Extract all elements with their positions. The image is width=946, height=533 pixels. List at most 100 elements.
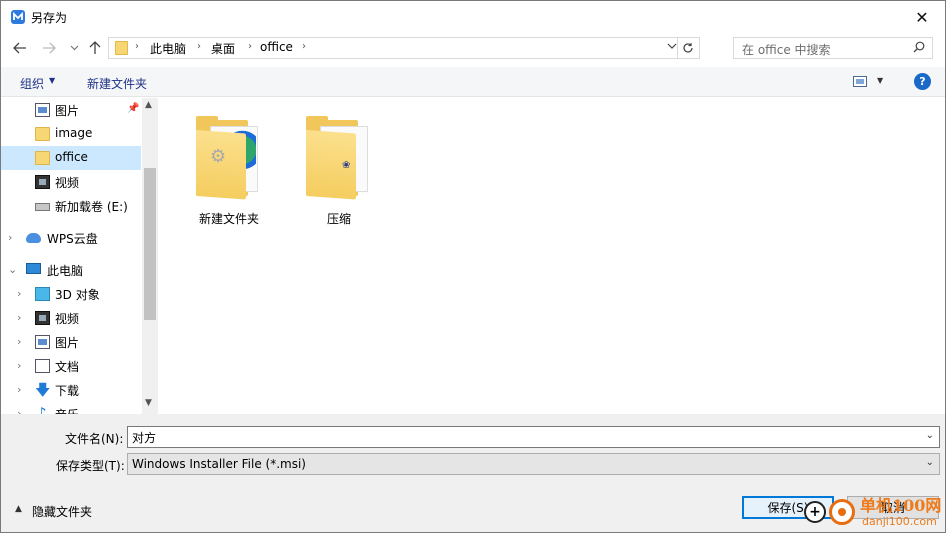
nav-item-label: 视频	[55, 176, 80, 190]
nav-item-pictures[interactable]: › 图片	[1, 330, 141, 354]
filetype-value: Windows Installer File (*.msi)	[132, 457, 306, 471]
up-button[interactable]	[84, 37, 106, 59]
nav-item-downloads[interactable]: › 下载	[1, 378, 141, 405]
chevron-right-icon[interactable]: ›	[17, 287, 21, 300]
refresh-icon	[682, 43, 693, 53]
search-icon	[913, 41, 925, 56]
nav-item-drive-e[interactable]: 新加载卷 (E:)	[1, 194, 141, 218]
organize-button[interactable]: 组织	[20, 75, 44, 92]
chevron-down-icon	[70, 45, 78, 51]
breadcrumb-separator-icon[interactable]: ›	[197, 41, 201, 52]
scrollbar-thumb[interactable]	[144, 168, 156, 320]
scroll-up-icon[interactable]: ▲	[145, 100, 152, 110]
search-placeholder: 在 office 中搜索	[742, 43, 831, 57]
music-icon	[35, 404, 50, 414]
breadcrumb-separator-icon[interactable]: ›	[248, 41, 252, 52]
hide-folders-button[interactable]: 隐藏文件夹	[32, 503, 92, 520]
breadcrumb-office[interactable]: office	[260, 40, 293, 54]
nav-scrollbar[interactable]: ▲ ▼	[142, 98, 158, 414]
filename-label: 文件名(N):	[65, 432, 124, 446]
nav-item-documents[interactable]: › 文档	[1, 354, 141, 378]
filetype-select[interactable]: Windows Installer File (*.msi) ⌄	[127, 453, 940, 475]
chevron-right-icon[interactable]: ›	[17, 407, 21, 414]
file-name: 压缩	[326, 212, 351, 226]
address-dropdown-button[interactable]	[667, 41, 677, 52]
save-as-dialog: 另存为 ✕ › 此电脑 › 桌面 › office › 在 office 中搜索…	[0, 0, 946, 533]
command-toolbar: 组织 ▼ 新建文件夹 ▼ ?	[1, 67, 945, 97]
nav-item-label: 3D 对象	[55, 288, 100, 302]
folder-icon	[35, 151, 50, 165]
recent-locations-button[interactable]	[63, 37, 85, 59]
plus-circle-icon: +	[804, 501, 826, 523]
view-options-button[interactable]: ▼	[877, 76, 883, 85]
chevron-down-icon[interactable]: ⌄	[8, 263, 17, 276]
folder-icon	[35, 127, 50, 141]
caret-up-icon[interactable]: ▲	[15, 504, 22, 514]
view-mode-icon[interactable]	[853, 76, 867, 87]
filename-value[interactable]: 对方	[132, 429, 156, 446]
back-button[interactable]	[9, 37, 31, 59]
file-item-compressed[interactable]: ❀ 压缩	[284, 104, 394, 226]
navigation-pane: 图片 📌 image office 视频 新加载卷 (E:) › WPS云盘 ⌄…	[1, 98, 158, 414]
nav-item-videos-quick[interactable]: 视频	[1, 170, 141, 194]
nav-item-label: 文档	[55, 360, 80, 374]
cloud-icon	[26, 233, 41, 243]
chevron-right-icon[interactable]: ›	[8, 231, 12, 244]
nav-item-label: 下载	[55, 384, 80, 398]
filename-field[interactable]: 对方 ⌄	[127, 426, 940, 448]
file-name: 新建文件夹	[198, 212, 259, 226]
nav-item-wps-cloud[interactable]: › WPS云盘	[1, 226, 141, 250]
watermark-url: danji100.com	[862, 515, 937, 528]
nav-item-image[interactable]: image	[1, 122, 141, 146]
folder-with-app-icon: ⚙	[196, 116, 262, 200]
video-icon	[35, 175, 50, 189]
picture-icon	[35, 335, 50, 349]
nav-item-label: 图片	[55, 104, 80, 118]
file-item-new-folder[interactable]: ⚙ 新建文件夹	[174, 104, 284, 226]
drive-icon	[35, 203, 50, 211]
close-button[interactable]: ✕	[899, 1, 945, 33]
nav-item-label: WPS云盘	[47, 232, 98, 246]
breadcrumb-separator-icon[interactable]: ›	[135, 41, 139, 52]
arrow-left-icon	[13, 42, 26, 54]
chevron-right-icon[interactable]: ›	[17, 383, 21, 396]
breadcrumb-this-pc[interactable]: 此电脑	[150, 40, 186, 57]
nav-item-label: office	[55, 150, 88, 164]
scroll-down-icon[interactable]: ▼	[145, 398, 152, 408]
address-bar[interactable]: › 此电脑 › 桌面 › office ›	[108, 37, 700, 59]
chevron-right-icon[interactable]: ›	[17, 311, 21, 324]
nav-item-label: 新加载卷 (E:)	[55, 200, 128, 214]
nav-item-3d-objects[interactable]: › 3D 对象	[1, 282, 141, 306]
nav-item-office[interactable]: office	[1, 146, 141, 170]
pc-icon	[26, 263, 41, 274]
chevron-down-icon[interactable]: ⌄	[926, 457, 934, 468]
forward-button[interactable]	[38, 37, 60, 59]
refresh-button[interactable]	[677, 38, 697, 58]
address-row: › 此电脑 › 桌面 › office › 在 office 中搜索	[1, 33, 945, 63]
watermark: + 单机100网 danji100.com	[796, 490, 945, 532]
nav-item-this-pc[interactable]: ⌄ 此电脑	[1, 258, 141, 282]
chevron-down-icon[interactable]: ⌄	[926, 430, 934, 441]
picture-icon	[35, 103, 50, 117]
3d-objects-icon	[35, 287, 50, 301]
nav-item-pictures-quick[interactable]: 图片 📌	[1, 98, 141, 122]
nav-item-music[interactable]: › 音乐	[1, 402, 141, 414]
file-list-pane: ⚙ 新建文件夹 ❀ 压缩	[159, 98, 945, 414]
close-icon: ✕	[915, 7, 929, 27]
chevron-right-icon[interactable]: ›	[17, 359, 21, 372]
nav-item-label: 此电脑	[47, 264, 84, 278]
caret-down-icon: ▼	[49, 76, 56, 85]
new-folder-button[interactable]: 新建文件夹	[87, 75, 147, 92]
breadcrumb-desktop[interactable]: 桌面	[211, 40, 235, 57]
help-button[interactable]: ?	[914, 73, 931, 90]
filetype-label: 保存类型(T):	[56, 459, 125, 473]
document-icon	[35, 359, 50, 373]
folder-icon	[115, 41, 128, 55]
title-bar: 另存为 ✕	[1, 1, 945, 33]
nav-item-videos[interactable]: › 视频	[1, 306, 141, 330]
folder-icon: ❀	[306, 116, 372, 200]
breadcrumb-separator-icon[interactable]: ›	[302, 41, 306, 52]
chevron-right-icon[interactable]: ›	[17, 335, 21, 348]
search-input[interactable]: 在 office 中搜索	[733, 37, 933, 59]
pin-icon[interactable]: 📌	[127, 103, 139, 114]
